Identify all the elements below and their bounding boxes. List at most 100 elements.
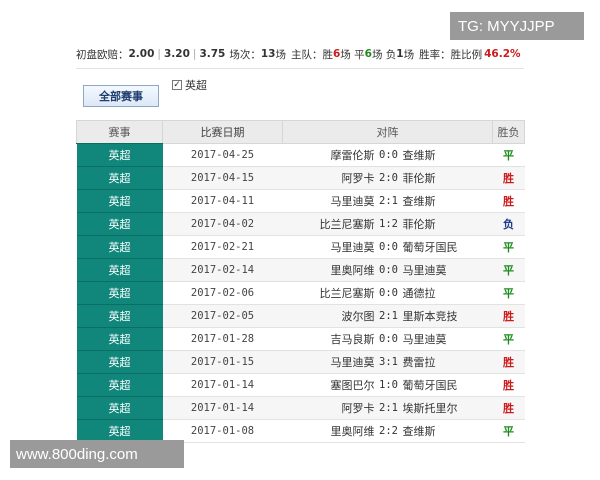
row-league[interactable]: 英超 bbox=[76, 143, 163, 167]
win-rate-label: 胜率：胜比例 bbox=[419, 48, 483, 61]
row-match: 塞图巴尔 1:0 葡萄牙国民 bbox=[282, 373, 493, 397]
row-result: 平 bbox=[492, 327, 525, 351]
table-row[interactable]: 英超 2017-04-15 阿罗卡 2:0 菲伦斯胜 bbox=[76, 166, 525, 190]
row-league[interactable]: 英超 bbox=[76, 258, 163, 282]
row-result: 平 bbox=[492, 419, 525, 443]
row-away-team[interactable]: 查维斯 bbox=[403, 147, 493, 163]
row-league[interactable]: 英超 bbox=[76, 350, 163, 374]
row-result: 平 bbox=[492, 281, 525, 305]
table-row[interactable]: 英超 2017-04-25 摩雷伦斯 0:0 查维斯平 bbox=[76, 143, 525, 167]
odds-label: 初盘欧赔： bbox=[76, 48, 129, 61]
odd-draw: 3.20 bbox=[163, 48, 190, 60]
row-result: 胜 bbox=[492, 166, 525, 190]
matches-unit: 场 bbox=[275, 48, 286, 61]
row-home-team[interactable]: 里奥阿维 bbox=[283, 262, 375, 278]
row-league[interactable]: 英超 bbox=[76, 304, 163, 328]
row-league[interactable]: 英超 bbox=[76, 166, 163, 190]
odd-away: 3.75 bbox=[199, 48, 226, 60]
table-row[interactable]: 英超 2017-01-15 马里迪莫 3:1 费雷拉胜 bbox=[76, 350, 525, 374]
row-league[interactable]: 英超 bbox=[76, 327, 163, 351]
row-league[interactable]: 英超 bbox=[76, 281, 163, 305]
row-away-team[interactable]: 葡萄牙国民 bbox=[403, 377, 493, 393]
row-away-team[interactable]: 马里迪莫 bbox=[403, 262, 493, 278]
watermark-site: www.800ding.com bbox=[10, 440, 184, 468]
row-away-team[interactable]: 查维斯 bbox=[403, 193, 493, 209]
header-match: 对阵 bbox=[282, 120, 493, 144]
table-row[interactable]: 英超 2017-02-21 马里迪莫 0:0 葡萄牙国民平 bbox=[76, 235, 525, 259]
row-home-team[interactable]: 吉马良斯 bbox=[283, 331, 375, 347]
table-row[interactable]: 英超 2017-02-06 比兰尼塞斯 0:0 通德拉平 bbox=[76, 281, 525, 305]
row-away-team[interactable]: 埃斯托里尔 bbox=[403, 400, 493, 416]
row-home-team[interactable]: 马里迪莫 bbox=[283, 193, 375, 209]
row-league[interactable]: 英超 bbox=[76, 212, 163, 236]
row-away-team[interactable]: 马里迪莫 bbox=[403, 331, 493, 347]
row-league[interactable]: 英超 bbox=[76, 189, 163, 213]
row-home-team[interactable]: 阿罗卡 bbox=[283, 400, 375, 416]
row-date: 2017-02-14 bbox=[162, 258, 283, 282]
row-date: 2017-01-14 bbox=[162, 396, 283, 420]
row-score: 2:0 bbox=[379, 172, 398, 184]
row-match: 阿罗卡 2:1 埃斯托里尔 bbox=[282, 396, 493, 420]
table-row[interactable]: 英超 2017-02-05 波尔图 2:1 里斯本竞技胜 bbox=[76, 304, 525, 328]
row-result: 负 bbox=[492, 212, 525, 236]
row-home-team[interactable]: 比兰尼塞斯 bbox=[283, 285, 375, 301]
row-home-team[interactable]: 摩雷伦斯 bbox=[283, 147, 375, 163]
row-result: 平 bbox=[492, 143, 525, 167]
row-score: 2:2 bbox=[379, 425, 398, 437]
all-events-button[interactable]: 全部赛事 bbox=[83, 85, 159, 107]
row-match: 比兰尼塞斯 0:0 通德拉 bbox=[282, 281, 493, 305]
table-row[interactable]: 英超 2017-01-28 吉马良斯 0:0 马里迪莫平 bbox=[76, 327, 525, 351]
row-away-team[interactable]: 费雷拉 bbox=[403, 354, 493, 370]
odds-stats-bar: 初盘欧赔： 2.00 | 3.20 | 3.75 场次： 13 场 主队： 胜 … bbox=[76, 48, 521, 61]
row-date: 2017-04-15 bbox=[162, 166, 283, 190]
row-home-team[interactable]: 马里迪莫 bbox=[283, 354, 375, 370]
row-score: 1:0 bbox=[379, 379, 398, 391]
row-home-team[interactable]: 比兰尼塞斯 bbox=[283, 216, 375, 232]
row-score: 0:0 bbox=[379, 287, 398, 299]
win-rate: 46.2% bbox=[484, 48, 521, 60]
table-row[interactable]: 英超 2017-01-14 塞图巴尔 1:0 葡萄牙国民胜 bbox=[76, 373, 525, 397]
row-date: 2017-04-02 bbox=[162, 212, 283, 236]
row-away-team[interactable]: 查维斯 bbox=[403, 423, 493, 439]
row-result: 胜 bbox=[492, 396, 525, 420]
checkbox-check-icon[interactable]: ✓ bbox=[172, 80, 182, 90]
row-match: 里奥阿维 2:2 查维斯 bbox=[282, 419, 493, 443]
draw-label: 场 平 bbox=[340, 48, 365, 61]
draws-count: 6 bbox=[364, 48, 372, 60]
row-score: 0:0 bbox=[379, 333, 398, 345]
row-date: 2017-02-05 bbox=[162, 304, 283, 328]
odd-home: 2.00 bbox=[128, 48, 155, 60]
row-away-team[interactable]: 菲伦斯 bbox=[403, 170, 493, 186]
row-date: 2017-01-28 bbox=[162, 327, 283, 351]
row-score: 2:1 bbox=[379, 402, 398, 414]
row-away-team[interactable]: 通德拉 bbox=[403, 285, 493, 301]
row-league[interactable]: 英超 bbox=[76, 235, 163, 259]
match-history-table: 赛事 比赛日期 对阵 胜负 英超 2017-04-25 摩雷伦斯 0:0 查维斯平英超 2… bbox=[76, 120, 525, 443]
row-away-team[interactable]: 里斯本竞技 bbox=[403, 308, 493, 324]
row-home-team[interactable]: 里奥阿维 bbox=[283, 423, 375, 439]
row-league[interactable]: 英超 bbox=[76, 396, 163, 420]
row-home-team[interactable]: 波尔图 bbox=[283, 308, 375, 324]
header-result: 胜负 bbox=[492, 120, 525, 144]
row-score: 1:2 bbox=[379, 218, 398, 230]
row-home-team[interactable]: 塞图巴尔 bbox=[283, 377, 375, 393]
row-match: 波尔图 2:1 里斯本竞技 bbox=[282, 304, 493, 328]
table-row[interactable]: 英超 2017-04-02 比兰尼塞斯 1:2 菲伦斯负 bbox=[76, 212, 525, 236]
row-home-team[interactable]: 阿罗卡 bbox=[283, 170, 375, 186]
row-score: 0:0 bbox=[379, 149, 398, 161]
row-result: 胜 bbox=[492, 189, 525, 213]
league-filter-checkbox[interactable]: ✓ 英超 bbox=[172, 77, 207, 93]
row-score: 2:1 bbox=[379, 310, 398, 322]
row-score: 3:1 bbox=[379, 356, 398, 368]
row-away-team[interactable]: 菲伦斯 bbox=[403, 216, 493, 232]
row-date: 2017-02-06 bbox=[162, 281, 283, 305]
row-match: 马里迪莫 2:1 查维斯 bbox=[282, 189, 493, 213]
table-row[interactable]: 英超 2017-02-14 里奥阿维 0:0 马里迪莫平 bbox=[76, 258, 525, 282]
table-row[interactable]: 英超 2017-04-11 马里迪莫 2:1 查维斯胜 bbox=[76, 189, 525, 213]
losses-unit: 场 bbox=[403, 48, 415, 61]
win-label: 胜 bbox=[322, 48, 333, 61]
row-away-team[interactable]: 葡萄牙国民 bbox=[403, 239, 493, 255]
table-row[interactable]: 英超 2017-01-14 阿罗卡 2:1 埃斯托里尔胜 bbox=[76, 396, 525, 420]
row-league[interactable]: 英超 bbox=[76, 373, 163, 397]
row-home-team[interactable]: 马里迪莫 bbox=[283, 239, 375, 255]
